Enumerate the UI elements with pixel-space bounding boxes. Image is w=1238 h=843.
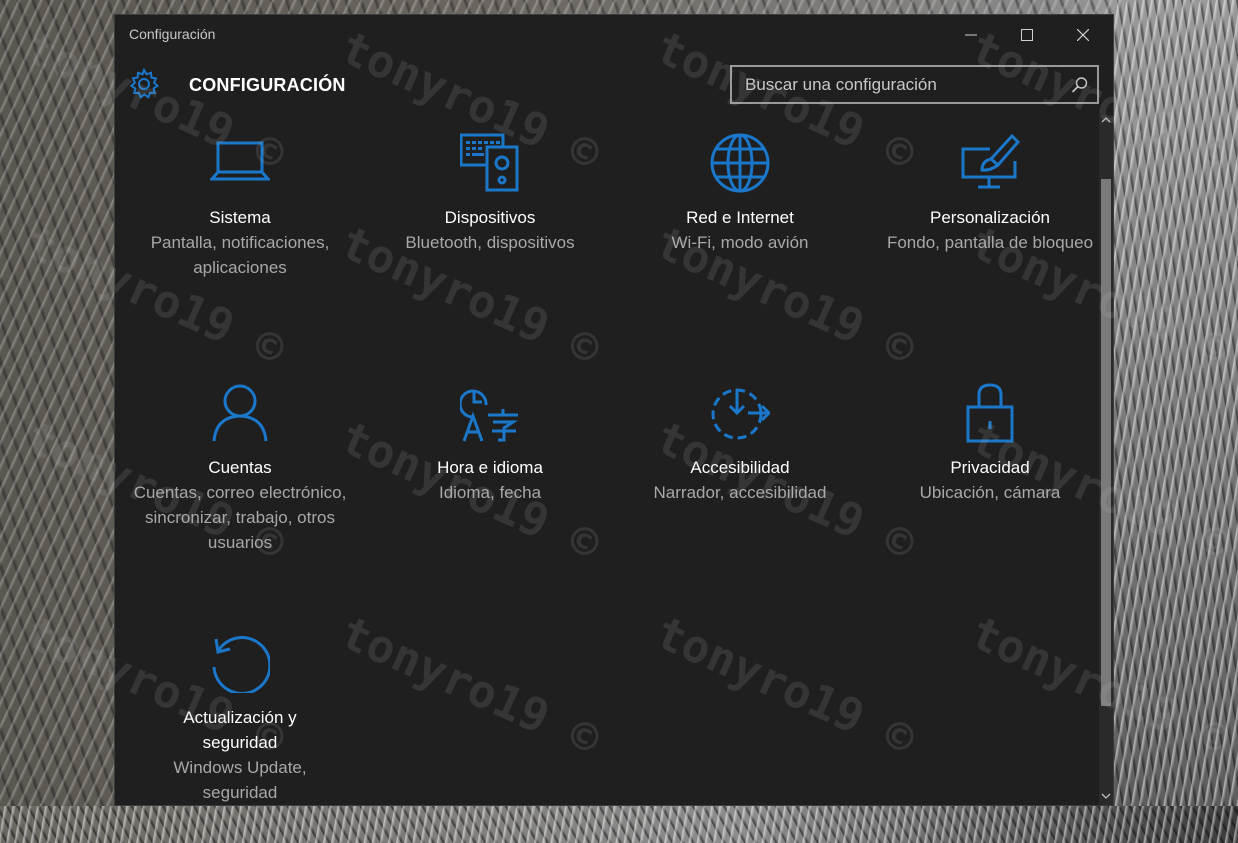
- tile-actualizacion-seguridad[interactable]: Actualización y seguridad Windows Update…: [115, 627, 365, 805]
- lock-icon: [966, 383, 1014, 443]
- maximize-button[interactable]: [999, 15, 1055, 55]
- accessibility-timer-icon: [711, 388, 770, 440]
- tile-name: Red e Internet: [686, 208, 794, 227]
- tile-sistema[interactable]: Sistema Pantalla, notificaciones, aplica…: [115, 127, 365, 367]
- tile-name: Dispositivos: [444, 208, 536, 227]
- search-icon[interactable]: [1071, 76, 1089, 94]
- title-bar[interactable]: Configuración: [115, 15, 1113, 55]
- scroll-down-button[interactable]: [1099, 791, 1113, 805]
- tile-red-internet[interactable]: Red e Internet Wi-Fi, modo avión: [615, 127, 865, 367]
- page-title: CONFIGURACIÓN: [189, 75, 346, 95]
- desktop-background-bottom: [0, 806, 1238, 843]
- tile-name: Accesibilidad: [690, 458, 790, 477]
- tile-description: Ubicación, cámara: [919, 483, 1061, 502]
- settings-header: CONFIGURACIÓN: [115, 55, 1113, 115]
- time-language-icon: [460, 389, 518, 442]
- tile-name: Hora e idioma: [437, 458, 543, 477]
- search-box[interactable]: [730, 65, 1099, 104]
- tile-hora-idioma[interactable]: Hora e idioma Idioma, fecha: [365, 377, 615, 617]
- tile-description: Narrador, accesibilidad: [653, 483, 827, 502]
- minimize-icon: [965, 34, 977, 36]
- search-input[interactable]: [732, 74, 1052, 95]
- tile-name: Personalización: [929, 208, 1050, 227]
- window-title: Configuración: [129, 26, 216, 42]
- tile-name: Sistema: [209, 208, 271, 227]
- tile-description: Fondo, pantalla de bloqueo: [886, 233, 1094, 252]
- close-icon: [1077, 29, 1089, 41]
- tile-name: Cuentas: [208, 458, 272, 477]
- scroll-thumb[interactable]: [1101, 179, 1111, 706]
- settings-window: Configuración CONFIGURACIÓN Buscar una c…: [114, 14, 1114, 806]
- refresh-icon: [212, 636, 270, 693]
- tile-description: Cuentas, correo electrónico, sincronizar…: [133, 483, 347, 552]
- minimize-button[interactable]: [943, 15, 999, 55]
- settings-grid: Sistema Pantalla, notificaciones, aplica…: [115, 127, 1100, 805]
- tile-description: Windows Update, seguridad: [173, 758, 307, 802]
- tile-description: Wi-Fi, modo avión: [671, 233, 809, 252]
- tile-description: Bluetooth, dispositivos: [405, 233, 575, 252]
- globe-icon: [710, 133, 770, 193]
- chevron-down-icon: [1101, 793, 1111, 799]
- maximize-icon: [1021, 29, 1033, 41]
- tile-name: Privacidad: [950, 458, 1030, 477]
- paint-monitor-icon: [961, 133, 1020, 189]
- laptop-icon: [210, 141, 270, 181]
- tile-name: Actualización y seguridad: [183, 708, 297, 752]
- tile-personalizacion[interactable]: Personalización Fondo, pantalla de bloqu…: [865, 127, 1113, 367]
- scroll-up-button[interactable]: [1099, 115, 1113, 129]
- tile-description: Pantalla, notificaciones, aplicaciones: [150, 233, 330, 277]
- close-button[interactable]: [1055, 15, 1111, 55]
- desktop-background-right: [1114, 0, 1238, 843]
- tile-privacidad[interactable]: Privacidad Ubicación, cámara: [865, 377, 1113, 617]
- devices-icon: [460, 133, 519, 192]
- tile-cuentas[interactable]: Cuentas Cuentas, correo electrónico, sin…: [115, 377, 365, 617]
- tile-dispositivos[interactable]: Dispositivos Bluetooth, dispositivos: [365, 127, 615, 367]
- person-icon: [212, 384, 268, 442]
- vertical-scrollbar[interactable]: [1099, 115, 1113, 805]
- gear-icon: [129, 68, 160, 99]
- tile-description: Idioma, fecha: [438, 483, 542, 502]
- tile-accesibilidad[interactable]: Accesibilidad Narrador, accesibilidad: [615, 377, 865, 617]
- chevron-up-icon: [1101, 117, 1111, 123]
